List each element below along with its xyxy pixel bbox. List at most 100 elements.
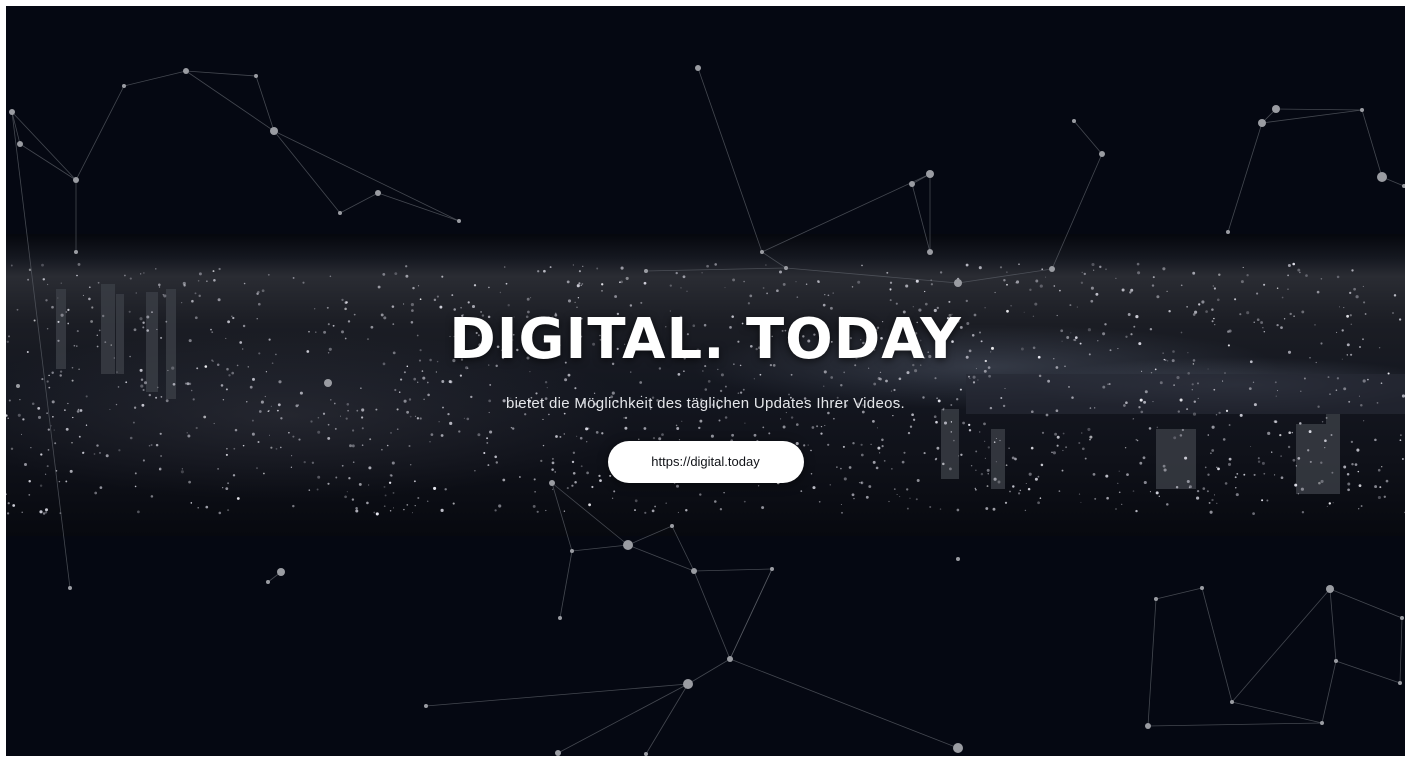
network-node xyxy=(68,586,72,590)
network-node xyxy=(727,656,733,662)
network-line xyxy=(1147,598,1157,727)
network-line xyxy=(1201,587,1233,703)
network-node xyxy=(570,549,574,553)
network-node xyxy=(1398,681,1402,685)
hero-title: DIGITAL. TODAY xyxy=(449,307,962,372)
network-line xyxy=(551,482,573,552)
network-node xyxy=(909,181,915,187)
network-node xyxy=(953,743,963,753)
network-line xyxy=(729,658,959,749)
network-node xyxy=(270,127,278,135)
network-node xyxy=(691,568,697,574)
network-line xyxy=(255,75,275,132)
network-node xyxy=(254,74,258,78)
network-node xyxy=(558,616,562,620)
network-line xyxy=(693,570,731,660)
network-node xyxy=(1154,597,1158,601)
network-line xyxy=(1335,660,1401,684)
network-node xyxy=(338,211,342,215)
network-line xyxy=(339,192,379,214)
network-node xyxy=(1230,700,1234,704)
network-line xyxy=(1231,588,1331,703)
network-line xyxy=(273,130,341,214)
network-line xyxy=(645,267,787,272)
network-node xyxy=(926,170,934,178)
network-line xyxy=(785,267,959,284)
network-node xyxy=(683,679,693,689)
network-line xyxy=(1147,722,1323,727)
network-line xyxy=(1321,660,1337,724)
network-line xyxy=(273,130,460,222)
network-node xyxy=(17,141,23,147)
network-line xyxy=(1227,122,1263,233)
network-node xyxy=(760,250,764,254)
network-node xyxy=(670,524,674,528)
network-node xyxy=(1334,659,1338,663)
network-line xyxy=(693,568,773,572)
hero-subtitle: bietet die Möglichkeit des täglichen Upd… xyxy=(505,395,905,412)
network-line xyxy=(1231,701,1323,724)
network-line xyxy=(957,268,1053,284)
network-node xyxy=(9,109,15,115)
network-line xyxy=(559,550,573,619)
network-line xyxy=(627,544,695,572)
hero-content: DIGITAL. TODAY bietet die Möglichkeit de… xyxy=(0,300,1411,483)
network-line xyxy=(425,683,689,707)
network-line xyxy=(123,70,187,87)
network-line xyxy=(1275,108,1363,111)
network-node xyxy=(555,750,561,756)
network-node xyxy=(695,65,701,71)
network-line xyxy=(1051,153,1103,270)
network-node xyxy=(1400,616,1404,620)
network-line xyxy=(761,173,931,253)
network-line xyxy=(551,482,629,546)
network-line xyxy=(687,658,731,685)
network-line xyxy=(645,683,689,755)
network-node xyxy=(1258,119,1266,127)
network-node xyxy=(1226,230,1230,234)
network-line xyxy=(627,525,673,546)
network-line xyxy=(729,568,773,660)
network-node xyxy=(1360,108,1364,112)
network-node xyxy=(1049,266,1055,272)
network-node xyxy=(457,219,461,223)
network-line xyxy=(75,85,125,181)
network-line xyxy=(1361,109,1383,178)
network-node xyxy=(73,177,79,183)
network-node xyxy=(122,84,126,88)
network-line xyxy=(1329,588,1403,619)
network-node xyxy=(1099,151,1105,157)
network-line xyxy=(1329,588,1337,662)
network-node xyxy=(1377,172,1387,182)
network-node xyxy=(183,68,189,74)
network-node xyxy=(1272,105,1280,113)
network-node xyxy=(644,752,648,756)
network-node xyxy=(927,249,933,255)
network-node xyxy=(956,557,960,561)
network-line xyxy=(761,251,787,269)
website-link-button[interactable]: https://digital.today xyxy=(607,441,804,483)
network-node xyxy=(1200,586,1204,590)
network-node xyxy=(74,250,78,254)
network-line xyxy=(19,143,77,181)
network-node xyxy=(1320,721,1324,725)
network-node xyxy=(623,540,633,550)
network-line xyxy=(377,192,460,222)
network-node xyxy=(954,279,962,287)
network-node xyxy=(1402,184,1405,188)
network-line xyxy=(1155,587,1203,600)
network-line xyxy=(557,683,689,754)
network-node xyxy=(375,190,381,196)
network-node xyxy=(1072,119,1076,123)
network-line xyxy=(911,183,931,253)
network-line xyxy=(1399,617,1403,684)
network-node xyxy=(784,266,788,270)
network-node xyxy=(424,704,428,708)
network-line xyxy=(185,70,275,132)
network-node xyxy=(1145,723,1151,729)
network-line xyxy=(697,67,763,253)
network-line xyxy=(1073,120,1103,155)
network-node xyxy=(644,269,648,273)
network-node xyxy=(277,568,285,576)
network-node xyxy=(770,567,774,571)
